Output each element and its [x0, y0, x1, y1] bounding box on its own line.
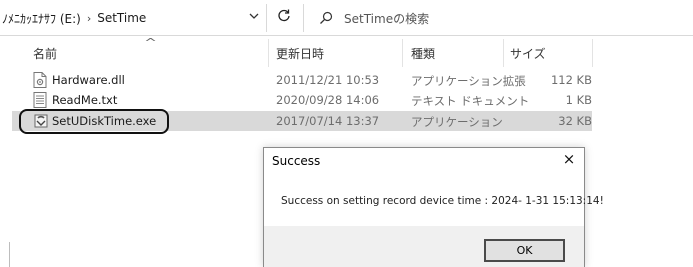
column-type[interactable]: 種類: [411, 45, 435, 62]
file-type: テキスト ドキュメント: [411, 94, 530, 108]
file-size: 1 KB: [565, 93, 592, 107]
file-type: アプリケーション: [411, 115, 503, 129]
file-row[interactable]: ReadMe.txt 2020/09/28 14:06 テキスト ドキュメント …: [12, 90, 592, 110]
file-type: アプリケーション拡張: [411, 74, 526, 88]
file-size: 32 KB: [558, 114, 592, 128]
file-name[interactable]: ReadMe.txt: [52, 93, 117, 107]
sort-ascending-icon: ^: [144, 36, 158, 49]
column-divider[interactable]: [268, 39, 269, 67]
column-divider[interactable]: [592, 39, 593, 67]
file-size: 112 KB: [550, 73, 592, 87]
file-date: 2011/12/21 10:53: [276, 73, 380, 87]
breadcrumb-folder[interactable]: SetTime: [97, 11, 146, 25]
ok-button[interactable]: OK: [484, 239, 565, 262]
search-input[interactable]: SetTimeの検索: [344, 10, 429, 27]
breadcrumb-separator: ›: [86, 11, 92, 25]
search-icon: [319, 10, 333, 24]
column-name[interactable]: 名前: [33, 45, 57, 62]
dialog-footer: OK: [264, 226, 584, 267]
column-header: ^ 名前 更新日時 種類 サイズ: [0, 36, 693, 67]
pane-divider: [9, 242, 10, 267]
chevron-down-icon[interactable]: [247, 9, 261, 25]
dialog-message: Success on setting record device time : …: [281, 195, 604, 207]
close-icon[interactable]: ×: [562, 151, 576, 167]
file-date: 2017/07/14 13:37: [276, 114, 380, 128]
text-file-icon: [33, 92, 47, 108]
column-size[interactable]: サイズ: [510, 45, 546, 62]
breadcrumb: ﾉﾒﾆｶｯｴﾅｻﾌ (E:) › SetTime: [2, 9, 146, 27]
breadcrumb-drive[interactable]: ﾉﾒﾆｶｯｴﾅｻﾌ (E:): [2, 10, 81, 27]
file-row[interactable]: Hardware.dll 2011/12/21 10:53 アプリケーション拡張…: [12, 70, 592, 90]
exe-file-icon: [33, 113, 48, 129]
success-dialog: Success × Success on setting record devi…: [263, 147, 604, 267]
file-name[interactable]: Hardware.dll: [52, 73, 125, 87]
dialog-title: Success: [272, 154, 321, 168]
column-divider[interactable]: [402, 39, 403, 67]
column-date[interactable]: 更新日時: [276, 45, 324, 62]
file-row-selected[interactable]: SetUDiskTime.exe 2017/07/14 13:37 アプリケーシ…: [12, 111, 592, 131]
address-divider: [266, 4, 267, 32]
search-box[interactable]: SetTimeの検索: [303, 4, 693, 32]
column-divider[interactable]: [503, 39, 504, 67]
refresh-icon[interactable]: [276, 8, 292, 26]
file-date: 2020/09/28 14:06: [276, 93, 380, 107]
file-name[interactable]: SetUDiskTime.exe: [52, 114, 156, 128]
dll-file-icon: [33, 72, 47, 88]
address-bar: ﾉﾒﾆｶｯｴﾅｻﾌ (E:) › SetTime SetTimeの検索: [0, 0, 693, 36]
